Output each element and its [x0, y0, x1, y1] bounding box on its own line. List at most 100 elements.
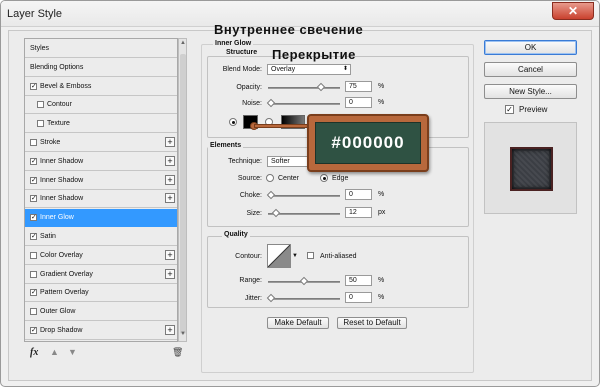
move-down-icon[interactable]: ▼ — [68, 347, 77, 357]
opacity-slider[interactable] — [268, 82, 340, 92]
sidebar-item-contour[interactable]: Contour — [25, 96, 177, 115]
sidebar-item-styles[interactable]: Styles — [25, 40, 177, 58]
size-input[interactable]: 12 — [345, 207, 372, 218]
scroll-up-icon[interactable]: ▲ — [179, 40, 187, 50]
checkbox[interactable]: ✓ — [30, 82, 37, 90]
checkbox[interactable]: ✓ — [30, 214, 37, 222]
cancel-button[interactable]: Cancel — [484, 62, 577, 77]
anti-aliased-checkbox[interactable] — [307, 252, 314, 259]
styles-scrollbar[interactable]: ▲ ▼ — [178, 38, 187, 342]
sidebar-item-pattern-overlay[interactable]: ✓ Pattern Overlay — [25, 284, 177, 303]
sidebar-item-label: Pattern Overlay — [40, 289, 89, 297]
jitter-slider[interactable] — [266, 293, 340, 303]
select-arrows-icon: ⬍ — [342, 66, 348, 72]
sidebar-item-gradient-overlay[interactable]: Gradient Overlay + — [25, 266, 177, 284]
source-edge-label: Edge — [332, 175, 349, 182]
annotation-inner-glow-ru: Внутреннее свечение — [214, 22, 364, 37]
checkbox[interactable]: ✓ — [30, 233, 37, 240]
reset-to-default-button[interactable]: Reset to Default — [337, 317, 407, 329]
noise-slider[interactable] — [266, 98, 340, 108]
add-effect-icon[interactable]: + — [165, 193, 175, 204]
trash-icon[interactable]: 🗑 — [172, 347, 183, 358]
color-annotation-text: #000000 — [315, 122, 421, 164]
sidebar-item-color-overlay[interactable]: Color Overlay + — [25, 247, 177, 265]
checkbox[interactable]: ✓ — [30, 195, 37, 203]
sidebar-item-inner-shadow[interactable]: ✓ Inner Shadow + — [25, 153, 177, 171]
choke-input[interactable]: 0 — [345, 189, 372, 200]
sidebar-item-label: Drop Shadow — [40, 327, 83, 334]
sidebar-item-label: Outer Glow — [40, 308, 76, 316]
checkbox[interactable] — [30, 308, 37, 316]
sidebar-item-label: Inner Shadow — [40, 157, 84, 165]
jitter-input[interactable]: 0 — [345, 292, 372, 303]
preview-label: Preview — [519, 105, 548, 114]
choke-slider[interactable] — [266, 190, 340, 200]
sidebar-item-label: Texture — [47, 120, 70, 128]
sidebar-item-inner-glow[interactable]: ✓ Inner Glow — [25, 209, 177, 228]
contour-picker[interactable] — [267, 244, 291, 268]
technique-label: Technique: — [228, 158, 262, 165]
make-default-button[interactable]: Make Default — [267, 317, 329, 329]
inner-glow-title: Inner Glow — [213, 40, 254, 47]
opacity-input[interactable]: 75 — [345, 81, 372, 92]
color-annotation-board: #000000 — [307, 114, 429, 172]
sidebar-item-bevel-emboss[interactable]: ✓ Bevel & Emboss — [25, 78, 177, 96]
source-center-label: Center — [278, 175, 300, 182]
blend-mode-select[interactable]: Overlay ⬍ — [267, 64, 351, 75]
sidebar-item-drop-shadow[interactable]: ✓Drop Shadow+ — [25, 341, 177, 342]
sidebar-item-texture[interactable]: Texture — [25, 115, 177, 134]
checkbox[interactable]: ✓ — [30, 289, 37, 297]
preview-texture — [514, 151, 549, 187]
add-effect-icon[interactable]: + — [165, 137, 175, 147]
checkbox[interactable] — [37, 101, 44, 109]
blend-mode-value: Overlay — [271, 66, 296, 73]
size-slider[interactable] — [268, 208, 340, 218]
scroll-down-icon[interactable]: ▼ — [179, 331, 187, 341]
range-slider[interactable] — [268, 276, 340, 286]
checkbox[interactable] — [37, 120, 44, 128]
checkbox[interactable]: ✓ — [30, 176, 37, 184]
sidebar-item-label: Contour — [47, 101, 72, 109]
sidebar-item-outer-glow[interactable]: Outer Glow — [25, 303, 177, 322]
annotation-overlay-ru: Перекрытие — [272, 47, 356, 62]
source-edge-radio[interactable] — [320, 174, 328, 182]
ok-button[interactable]: OK — [484, 40, 577, 55]
close-button[interactable]: ✕ — [552, 2, 594, 20]
solid-color-radio[interactable] — [229, 118, 237, 126]
noise-input[interactable]: 0 — [345, 97, 372, 108]
anti-aliased-label: Anti-aliased — [320, 253, 357, 260]
preview-checkbox[interactable]: ✓ — [505, 105, 514, 114]
checkbox[interactable]: ✓ — [30, 327, 37, 334]
add-effect-icon[interactable]: + — [165, 174, 175, 185]
checkbox[interactable]: ✓ — [30, 157, 37, 165]
checkbox[interactable] — [30, 251, 37, 259]
add-effect-icon[interactable]: + — [165, 249, 175, 260]
sidebar-item-drop-shadow[interactable]: ✓Drop Shadow + — [25, 322, 177, 340]
range-label: Range: — [239, 277, 262, 284]
sidebar-item-satin[interactable]: ✓ Satin — [25, 228, 177, 246]
annotation-pointer — [254, 124, 310, 128]
add-effect-icon[interactable]: + — [165, 155, 175, 166]
add-effect-icon[interactable]: + — [165, 268, 175, 279]
noise-label: Noise: — [242, 100, 262, 107]
source-center-radio[interactable] — [266, 174, 274, 182]
sidebar-item-label: Stroke — [40, 139, 61, 146]
fx-icon[interactable]: fx — [30, 347, 38, 358]
contour-dropdown-icon[interactable]: ▼ — [292, 253, 298, 259]
sidebar-item-label: Blending Options — [30, 63, 84, 71]
sidebar-item-blending-options[interactable]: Blending Options — [25, 59, 177, 77]
sidebar-item-inner-shadow[interactable]: ✓ Inner Shadow + — [25, 172, 177, 190]
checkbox[interactable] — [30, 270, 37, 278]
sidebar-item-inner-shadow[interactable]: ✓ Inner Shadow + — [25, 190, 177, 209]
new-style-button[interactable]: New Style... — [484, 84, 577, 99]
range-input[interactable]: 50 — [345, 275, 372, 286]
scrollbar-thumb[interactable] — [180, 54, 186, 334]
move-up-icon[interactable]: ▲ — [50, 347, 59, 357]
source-label: Source: — [237, 175, 262, 182]
checkbox[interactable] — [30, 139, 37, 146]
add-effect-icon[interactable]: + — [165, 325, 175, 335]
sidebar-item-label: Bevel & Emboss — [40, 82, 92, 90]
sidebar-item-stroke[interactable]: Stroke + — [25, 134, 177, 152]
technique-select[interactable]: Softer — [267, 156, 311, 167]
range-unit: % — [378, 277, 385, 284]
